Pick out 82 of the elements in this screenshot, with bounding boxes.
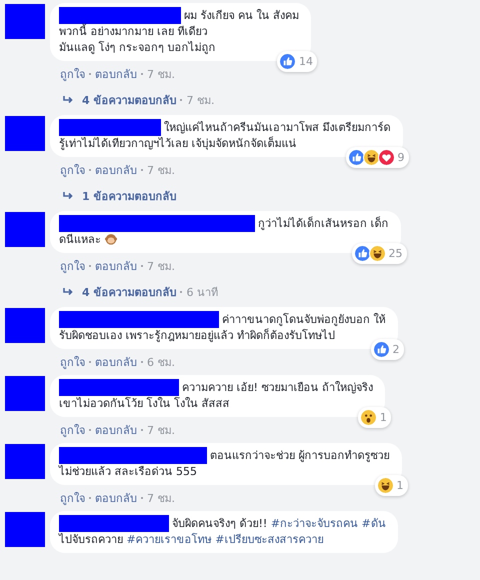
thumbs-up-icon <box>372 341 390 358</box>
hashtag-link[interactable]: #ดัน <box>362 516 386 530</box>
comment-text: ไปจับรถควาย #ควายเราขอโทษ #เปรียบซะสงสารควาย <box>59 532 324 548</box>
action-link[interactable]: ถูกใจ <box>60 65 85 83</box>
separator-dot <box>141 265 143 267</box>
timestamp: 7 ชม. <box>147 163 175 179</box>
separator-dot <box>89 169 91 171</box>
separator-dot <box>141 361 143 363</box>
action-link[interactable]: ถูกใจ <box>60 489 85 507</box>
action-link[interactable]: ถูกใจ <box>60 161 85 179</box>
reaction-badge[interactable]: 14 <box>277 51 317 72</box>
hashtag-link[interactable]: #เปรียบซะสงสารควาย <box>215 533 324 546</box>
laughing-face-icon <box>362 149 380 166</box>
comment-text: เขาไม่อวดกันโว้ย โงใน โงใน สัสสส <box>59 396 230 412</box>
heart-icon <box>378 149 394 166</box>
replies-link[interactable]: 1 ข้อความตอบกลับ <box>82 187 176 205</box>
timestamp: 6 นาที <box>186 285 218 301</box>
separator-dot <box>141 73 143 75</box>
hashtag-link[interactable]: #ควายเราขอโทษ <box>126 533 212 546</box>
separator-dot <box>89 73 91 75</box>
timestamp: 7 ชม. <box>147 423 175 439</box>
avatar <box>5 512 45 547</box>
comment-text: ใหญ่แค่ไหนถ้าครีนมันเอามาโพส มึงเตรียมการ์ด <box>164 120 390 136</box>
action-link[interactable]: ตอบกลับ <box>95 257 137 275</box>
separator-dot <box>180 99 182 101</box>
reaction-badge[interactable]: 9 <box>346 147 408 168</box>
reply-arrow-icon <box>62 287 74 297</box>
comment-text: รับผิดชอบเอง เพราะรู้กฎหมายอยู่แล้ว ทำผิดก็ต้องรับโทษไป <box>59 328 335 344</box>
replies-link[interactable]: 4 ข้อความตอบกลับ <box>82 283 176 301</box>
avatar <box>5 376 45 411</box>
comment-text: ค่าาาขนาดกูโดนจับพ่อกูยังบอก ให้ <box>222 312 386 328</box>
action-link[interactable]: ถูกใจ <box>60 257 85 275</box>
avatar <box>5 116 45 151</box>
surprised-face-icon <box>360 409 377 426</box>
reaction-badge[interactable]: 1 <box>358 407 391 428</box>
action-link[interactable]: ตอบกลับ <box>95 353 137 371</box>
separator-dot <box>89 497 91 499</box>
reaction-badge[interactable]: 25 <box>352 243 406 264</box>
comment-text: กูว่าไม่ได้เด็กเส้นหรอก เด็ก <box>258 216 388 232</box>
action-link[interactable]: ตอบกลับ <box>95 65 137 83</box>
replies-link[interactable]: 4 ข้อความตอบกลับ <box>82 91 176 109</box>
action-link[interactable]: ตอบกลับ <box>95 489 137 507</box>
avatar <box>5 308 45 343</box>
action-link[interactable]: ตอบกลับ <box>95 421 137 439</box>
action-link[interactable]: ถูกใจ <box>60 353 85 371</box>
monkey-face-icon <box>105 233 117 245</box>
separator-dot <box>89 429 91 431</box>
laughing-face-icon <box>376 477 394 494</box>
comment-text: พวกนี้ อย่างมากมาย เลย ทีเดียว <box>59 24 208 40</box>
thumbs-up-icon <box>348 149 364 166</box>
timestamp: 7 ชม. <box>147 259 175 275</box>
comment-text: จับผิดคนจริงๆ ด้วย!! #กะว่าจะจับรถคน #ดัน <box>172 516 386 532</box>
action-link[interactable]: ตอบกลับ <box>95 161 137 179</box>
timestamp: 6 ชม. <box>147 355 175 371</box>
comment-text: ผม รังเกียจ คน ใน สังคม <box>184 8 299 24</box>
laughing-face-icon <box>368 245 386 262</box>
reaction-badge[interactable]: 2 <box>370 339 404 360</box>
comment-text: ดนีแหละ <box>59 232 117 248</box>
thumbs-up-icon <box>354 245 370 262</box>
separator-dot <box>141 169 143 171</box>
comment-text: ตอนแรกว่าจะช่วย ผู้การบอกทำดรูซวย <box>210 448 390 464</box>
timestamp: 7 ชม. <box>147 67 175 83</box>
action-link[interactable]: ถูกใจ <box>60 421 85 439</box>
comment-text: มันแลดู โง่ๆ กระจอกๆ บอกไม่ถูก <box>59 40 216 56</box>
timestamp: 7 ชม. <box>147 491 175 507</box>
reaction-badge[interactable]: 1 <box>374 475 408 496</box>
hashtag-link[interactable]: #กะว่าจะจับรถคน <box>270 516 358 530</box>
reply-arrow-icon <box>62 191 74 201</box>
separator-dot <box>141 429 143 431</box>
reply-arrow-icon <box>62 95 74 105</box>
separator-dot <box>89 265 91 267</box>
avatar <box>5 4 45 39</box>
thumbs-up-icon <box>279 53 296 70</box>
separator-dot <box>141 497 143 499</box>
avatar <box>5 444 45 479</box>
timestamp: 7 ชม. <box>186 93 214 109</box>
comment-text: ความควาย เอ้ย! ซวยมาเยือน ถ้าใหญ่จริง <box>182 380 373 396</box>
separator-dot <box>89 361 91 363</box>
comment-text: รู้เท่าไม่ได้เทียวกาญฯไว้เลย เจ้บุ่มจัดหนักจัดเต็มแน่ <box>59 136 296 152</box>
avatar <box>5 212 45 247</box>
comment-text: ไม่ช่วยแล้ว สละเรือด่วน 555 <box>59 464 197 480</box>
separator-dot <box>180 291 182 293</box>
